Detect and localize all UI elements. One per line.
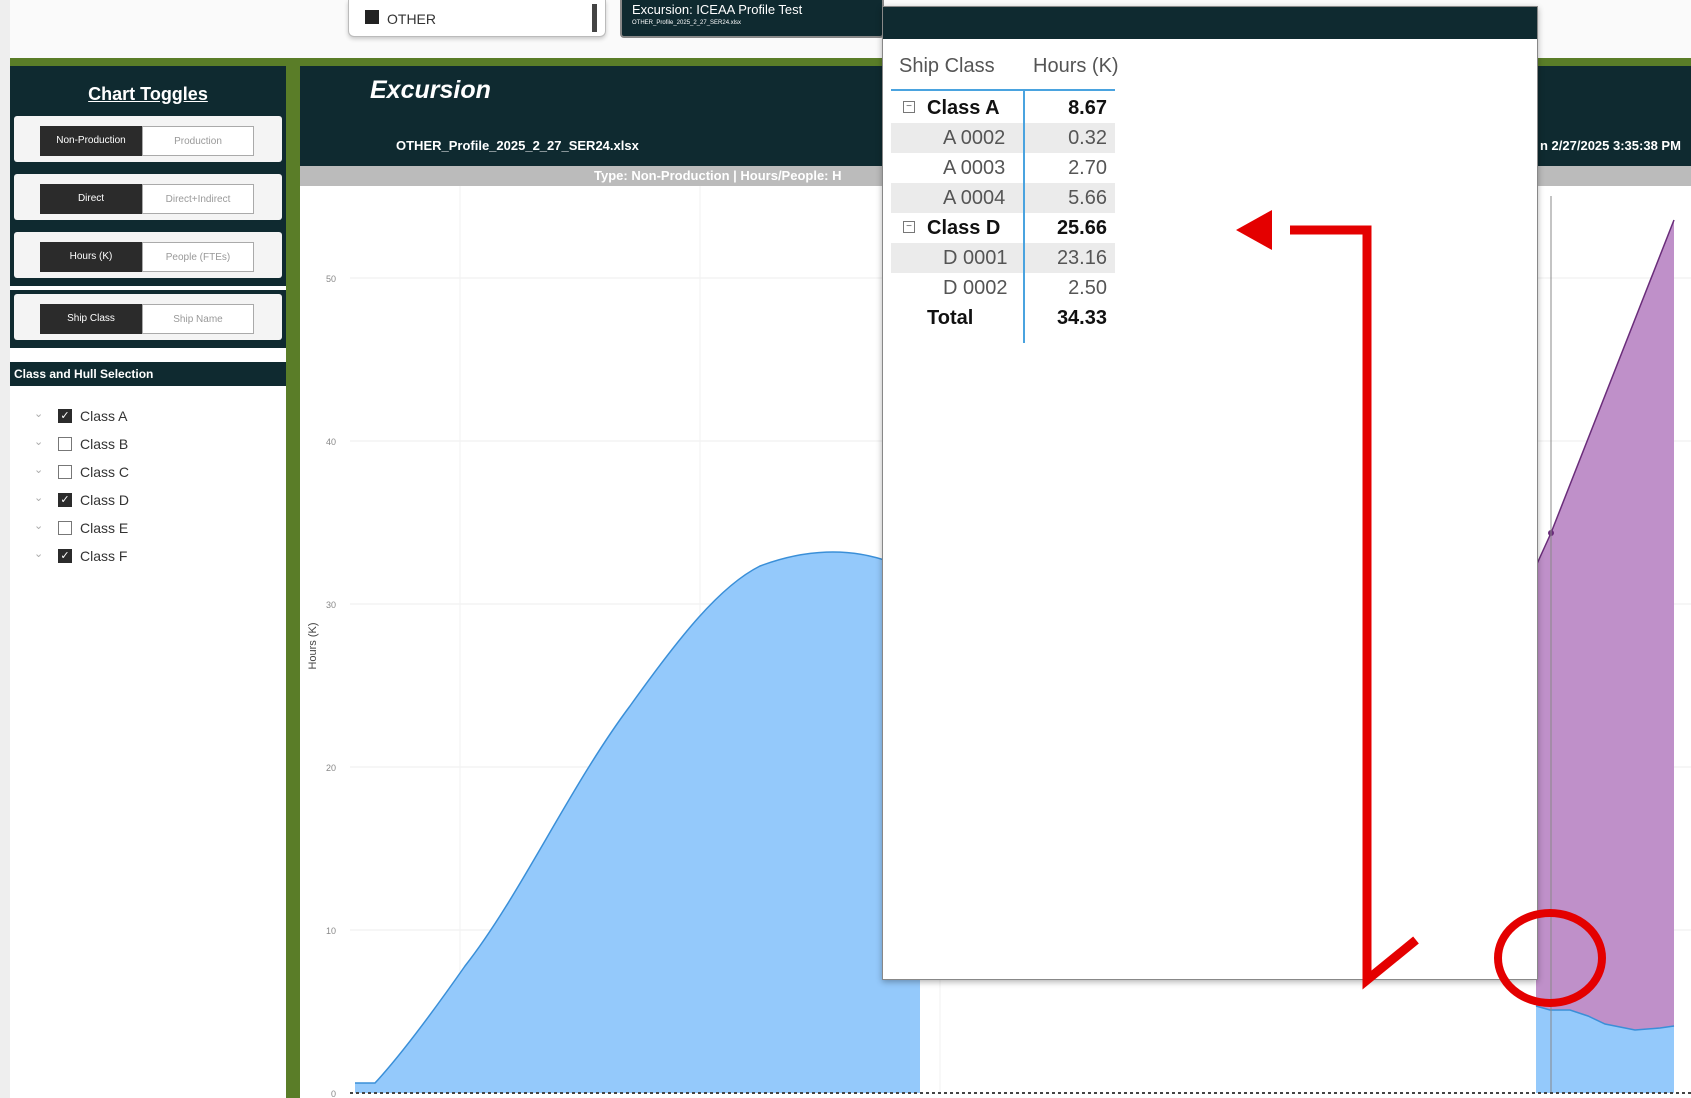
arrow-head-icon <box>1236 210 1272 250</box>
annotation-circle <box>1494 909 1606 1007</box>
annotation-arrow-line <box>1290 225 1419 990</box>
annotation-overlay <box>1236 210 1606 1007</box>
